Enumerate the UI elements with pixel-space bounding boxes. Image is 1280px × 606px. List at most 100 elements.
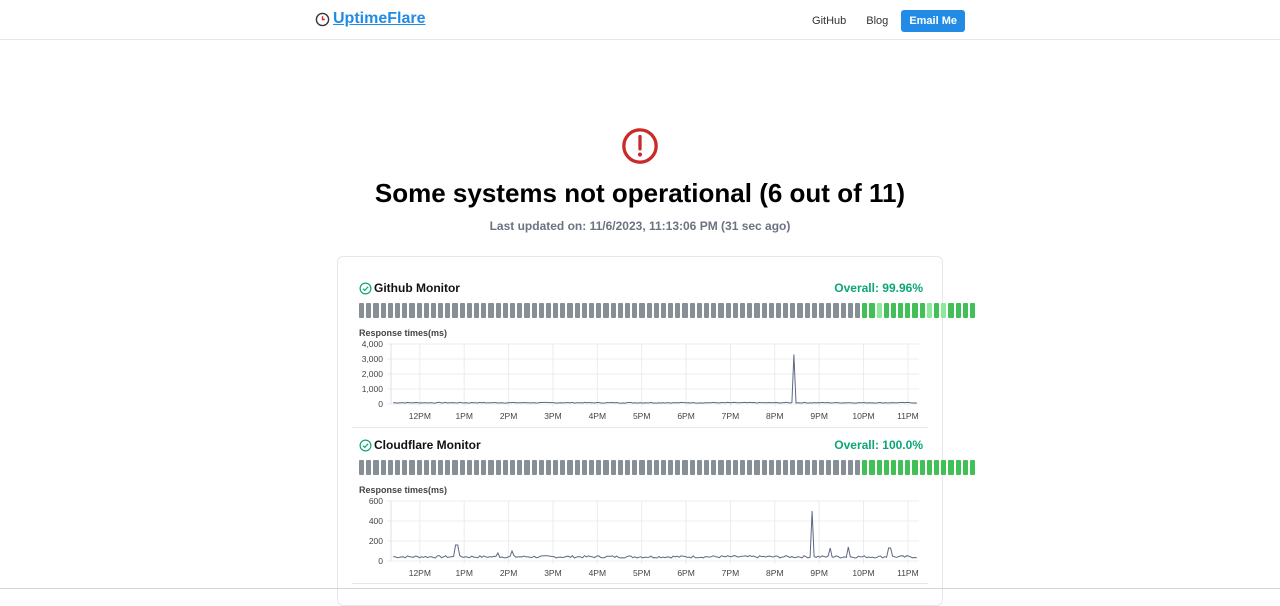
uptime-bar-no-data[interactable] bbox=[474, 460, 480, 475]
uptime-bar-no-data[interactable] bbox=[603, 303, 609, 318]
uptime-bar-no-data[interactable] bbox=[567, 303, 573, 318]
uptime-bar-no-data[interactable] bbox=[581, 460, 587, 475]
uptime-bar-no-data[interactable] bbox=[624, 303, 631, 318]
uptime-bar-no-data[interactable] bbox=[696, 303, 702, 318]
uptime-bar-no-data[interactable] bbox=[416, 303, 422, 318]
uptime-bar-no-data[interactable] bbox=[617, 303, 623, 318]
uptime-bar-no-data[interactable] bbox=[603, 460, 609, 475]
uptime-bar-no-data[interactable] bbox=[790, 303, 796, 318]
uptime-bar-no-data[interactable] bbox=[481, 303, 487, 318]
uptime-bar-no-data[interactable] bbox=[452, 303, 458, 318]
uptime-bar-no-data[interactable] bbox=[790, 460, 796, 475]
uptime-bar-up[interactable] bbox=[926, 460, 932, 475]
uptime-bar-no-data[interactable] bbox=[481, 460, 487, 475]
uptime-bar-no-data[interactable] bbox=[747, 303, 753, 318]
uptime-bar-no-data[interactable] bbox=[387, 460, 393, 475]
uptime-bar-no-data[interactable] bbox=[560, 303, 566, 318]
uptime-bar-no-data[interactable] bbox=[819, 303, 825, 318]
uptime-bar-no-data[interactable] bbox=[775, 460, 782, 475]
uptime-bar-up[interactable] bbox=[862, 303, 868, 318]
uptime-bar-no-data[interactable] bbox=[811, 303, 817, 318]
uptime-bar-no-data[interactable] bbox=[711, 303, 717, 318]
uptime-bar-no-data[interactable] bbox=[581, 303, 587, 318]
uptime-bar-no-data[interactable] bbox=[718, 303, 724, 318]
uptime-bar-no-data[interactable] bbox=[833, 303, 839, 318]
uptime-bar-no-data[interactable] bbox=[768, 303, 774, 318]
uptime-bar-no-data[interactable] bbox=[466, 460, 472, 475]
uptime-bar-no-data[interactable] bbox=[430, 460, 437, 475]
uptime-bar-up[interactable] bbox=[962, 460, 968, 475]
uptime-bar-no-data[interactable] bbox=[438, 460, 444, 475]
uptime-bar-no-data[interactable] bbox=[538, 460, 544, 475]
uptime-bar-no-data[interactable] bbox=[682, 303, 688, 318]
uptime-bar-up[interactable] bbox=[890, 303, 897, 318]
uptime-bar-no-data[interactable] bbox=[632, 303, 638, 318]
uptime-bar-up[interactable] bbox=[912, 303, 918, 318]
uptime-bar-up[interactable] bbox=[948, 460, 954, 475]
uptime-bar-no-data[interactable] bbox=[495, 460, 501, 475]
uptime-bar-no-data[interactable] bbox=[596, 460, 602, 475]
uptime-bar-no-data[interactable] bbox=[704, 460, 710, 475]
uptime-bar-up[interactable] bbox=[862, 460, 868, 475]
uptime-bar-no-data[interactable] bbox=[624, 460, 631, 475]
uptime-bar-no-data[interactable] bbox=[474, 303, 480, 318]
uptime-bar-no-data[interactable] bbox=[445, 303, 451, 318]
uptime-bar-no-data[interactable] bbox=[754, 460, 760, 475]
uptime-bar-no-data[interactable] bbox=[359, 303, 365, 318]
uptime-bar-up[interactable] bbox=[969, 460, 976, 475]
uptime-bar-no-data[interactable] bbox=[668, 460, 674, 475]
uptime-bar-no-data[interactable] bbox=[545, 460, 552, 475]
uptime-bar-up[interactable] bbox=[955, 460, 961, 475]
uptime-bar-no-data[interactable] bbox=[653, 460, 659, 475]
uptime-bar-no-data[interactable] bbox=[761, 303, 767, 318]
uptime-bar-no-data[interactable] bbox=[459, 460, 465, 475]
uptime-bar-up[interactable] bbox=[919, 460, 925, 475]
uptime-bar-no-data[interactable] bbox=[653, 303, 659, 318]
uptime-bar-no-data[interactable] bbox=[689, 460, 695, 475]
uptime-bar-no-data[interactable] bbox=[524, 303, 530, 318]
uptime-bar-up[interactable] bbox=[905, 460, 911, 475]
uptime-bar-no-data[interactable] bbox=[445, 460, 451, 475]
uptime-bar-no-data[interactable] bbox=[660, 460, 667, 475]
uptime-bar-no-data[interactable] bbox=[689, 303, 695, 318]
uptime-bar-no-data[interactable] bbox=[811, 460, 817, 475]
uptime-bar-no-data[interactable] bbox=[768, 460, 774, 475]
uptime-bar-no-data[interactable] bbox=[502, 460, 508, 475]
uptime-bar-no-data[interactable] bbox=[732, 303, 738, 318]
uptime-bar-no-data[interactable] bbox=[675, 460, 681, 475]
uptime-bar-no-data[interactable] bbox=[531, 303, 537, 318]
uptime-bar-no-data[interactable] bbox=[553, 303, 559, 318]
uptime-bar-no-data[interactable] bbox=[495, 303, 501, 318]
uptime-bar-no-data[interactable] bbox=[725, 460, 731, 475]
uptime-bar-no-data[interactable] bbox=[531, 460, 537, 475]
uptime-bar-no-data[interactable] bbox=[366, 303, 372, 318]
uptime-bar-no-data[interactable] bbox=[704, 303, 710, 318]
uptime-bar-no-data[interactable] bbox=[380, 460, 386, 475]
uptime-bar-up[interactable] bbox=[934, 460, 940, 475]
uptime-bar-no-data[interactable] bbox=[402, 460, 408, 475]
uptime-bar-no-data[interactable] bbox=[711, 460, 717, 475]
uptime-bar-no-data[interactable] bbox=[675, 303, 681, 318]
uptime-bar-up[interactable] bbox=[941, 460, 947, 475]
uptime-bar-no-data[interactable] bbox=[488, 303, 494, 318]
brand-link[interactable]: UptimeFlare bbox=[315, 10, 425, 28]
uptime-bar-up[interactable] bbox=[919, 303, 925, 318]
uptime-bar-no-data[interactable] bbox=[732, 460, 738, 475]
uptime-bar-no-data[interactable] bbox=[596, 303, 602, 318]
uptime-bar-no-data[interactable] bbox=[545, 303, 552, 318]
uptime-bar-no-data[interactable] bbox=[610, 460, 616, 475]
uptime-bar-no-data[interactable] bbox=[409, 460, 415, 475]
uptime-bar-no-data[interactable] bbox=[560, 460, 566, 475]
uptime-bar-no-data[interactable] bbox=[538, 303, 544, 318]
uptime-bar-no-data[interactable] bbox=[423, 303, 429, 318]
uptime-bar-no-data[interactable] bbox=[826, 303, 832, 318]
uptime-bar-no-data[interactable] bbox=[797, 303, 803, 318]
uptime-bar-up[interactable] bbox=[969, 303, 976, 318]
uptime-bar-no-data[interactable] bbox=[639, 303, 645, 318]
uptime-bar-no-data[interactable] bbox=[589, 460, 595, 475]
uptime-bar-no-data[interactable] bbox=[617, 460, 623, 475]
uptime-bar-up[interactable] bbox=[898, 303, 904, 318]
monitor-title[interactable]: Cloudflare Monitor bbox=[359, 438, 481, 452]
uptime-bar-no-data[interactable] bbox=[840, 460, 846, 475]
uptime-bar-no-data[interactable] bbox=[754, 303, 760, 318]
